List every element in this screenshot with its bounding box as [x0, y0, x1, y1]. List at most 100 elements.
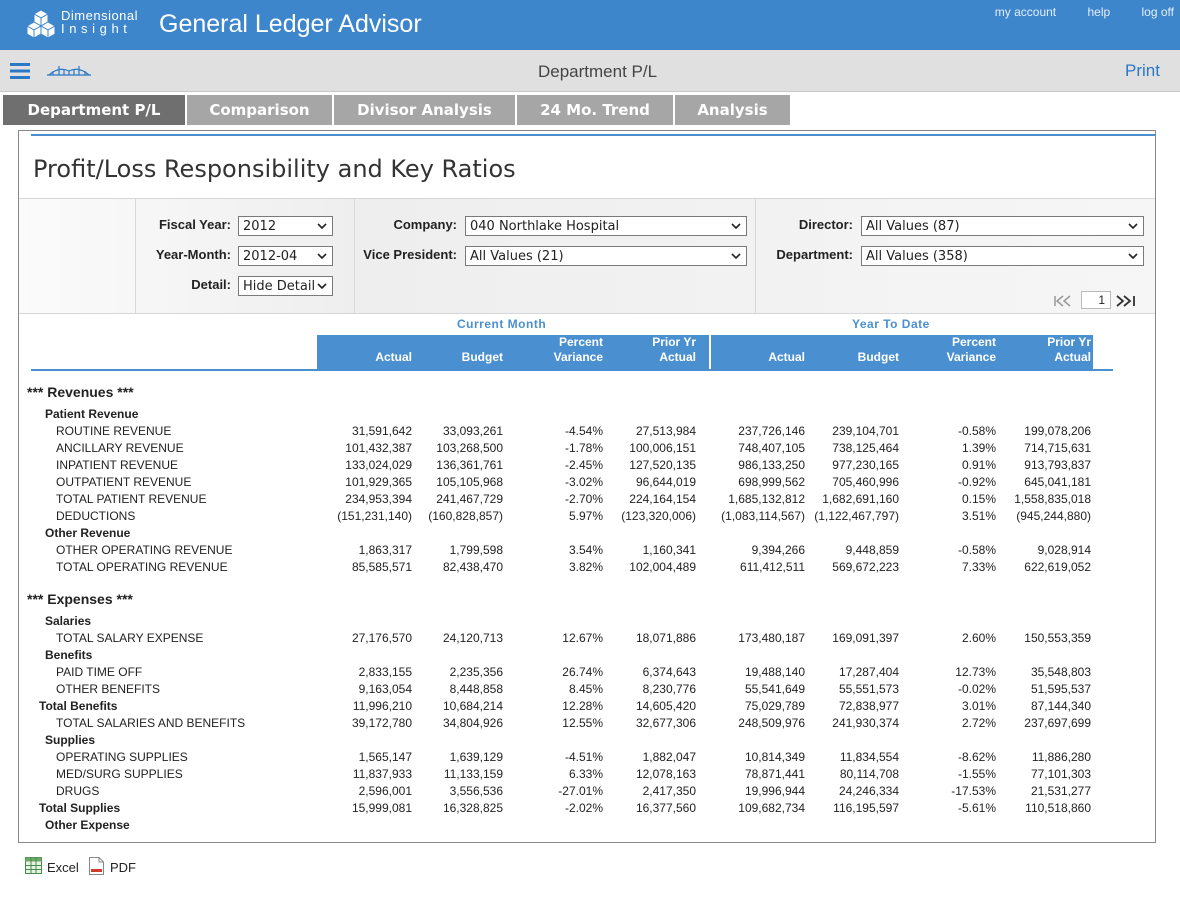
row-label: INPATIENT REVENUE	[56, 458, 178, 472]
vice-president-select[interactable]: All Values (21)	[465, 246, 747, 266]
department-select[interactable]: All Values (358)	[861, 246, 1144, 266]
row-label: DEDUCTIONS	[56, 509, 135, 523]
table-cell: 72,838,977	[839, 699, 899, 713]
table-cell: 2.60%	[962, 631, 996, 645]
table-cell: 241,467,729	[436, 492, 503, 506]
tab-divisor-analysis[interactable]: Divisor Analysis	[334, 95, 515, 125]
first-page-icon[interactable]	[1053, 295, 1075, 307]
table-cell: 9,394,266	[752, 543, 805, 557]
my-account-link[interactable]: my account	[995, 5, 1056, 19]
table-cell: -27.01%	[558, 784, 603, 798]
table-cell: 5.97%	[569, 509, 603, 523]
tab-comparison[interactable]: Comparison	[187, 95, 332, 125]
tab-department-pl[interactable]: Department P/L	[3, 95, 185, 125]
table-cell: 51,595,537	[1031, 682, 1091, 696]
print-link[interactable]: Print	[1125, 61, 1160, 81]
table-cell: 705,460,996	[832, 475, 899, 489]
table-cell: 10,814,349	[745, 750, 805, 764]
report-panel: Profit/Loss Responsibility and Key Ratio…	[18, 130, 1156, 843]
table-cell: 116,195,597	[833, 801, 899, 815]
company-select[interactable]: 040 Northlake Hospital	[465, 216, 747, 236]
table-cell: 24,120,713	[443, 631, 503, 645]
column-header-line: Percent	[947, 335, 996, 350]
detail-value: Hide Detail	[243, 279, 315, 294]
table-cell: (160,828,857)	[428, 509, 503, 523]
row-label: OTHER BENEFITS	[56, 682, 160, 696]
table-cell: 150,553,359	[1024, 631, 1091, 645]
table-cell: -2.70%	[565, 492, 603, 506]
table-cell: -0.58%	[958, 424, 996, 438]
detail-select[interactable]: Hide Detail	[238, 276, 333, 296]
department-label: Department:	[776, 247, 853, 262]
page-label: Department P/L	[0, 62, 1180, 82]
table-cell: (1,122,467,797)	[814, 509, 899, 523]
row-label: MED/SURG SUPPLIES	[56, 767, 183, 781]
table-cell: 224,164,154	[629, 492, 696, 506]
table-cell: 986,133,250	[738, 458, 805, 472]
table-cell: 239,104,701	[832, 424, 899, 438]
table-cell: 748,407,105	[738, 441, 805, 455]
table-cell: 738,125,464	[832, 441, 899, 455]
column-header-line: Actual	[1047, 350, 1091, 365]
pdf-export-label: PDF	[110, 860, 136, 875]
page-number-input[interactable]: 1	[1081, 291, 1111, 309]
tab-24-mo-trend[interactable]: 24 Mo. Trend	[517, 95, 673, 125]
table-cell: 33,093,261	[443, 424, 503, 438]
table-cell: 11,133,159	[444, 767, 503, 781]
excel-file-icon	[25, 857, 42, 874]
column-header-line: Prior Yr	[652, 335, 696, 350]
table-cell: 35,548,803	[1031, 665, 1091, 679]
table-cell: -4.51%	[565, 750, 603, 764]
table-cell: 714,715,631	[1024, 441, 1091, 455]
table-cell: 7.33%	[962, 560, 996, 574]
table-cell: 622,619,052	[1024, 560, 1091, 574]
department-value: All Values (358)	[866, 249, 968, 264]
table-cell: 0.91%	[962, 458, 996, 472]
table-cell: 1,682,691,160	[822, 492, 899, 506]
table-cell: 2,417,350	[643, 784, 696, 798]
table-cell: 19,488,140	[745, 665, 805, 679]
table-cell: 169,091,397	[832, 631, 899, 645]
table-cell: 12,078,163	[636, 767, 696, 781]
pdf-export-link[interactable]: PDF	[89, 857, 139, 877]
table-cell: 100,006,151	[629, 441, 696, 455]
help-link[interactable]: help	[1087, 5, 1110, 19]
row-label: ROUTINE REVENUE	[56, 424, 171, 438]
pdf-file-icon	[89, 857, 104, 875]
table-cell: 80,114,708	[840, 767, 899, 781]
table-cell: -0.02%	[958, 682, 996, 696]
fiscal-year-select[interactable]: 2012	[238, 216, 333, 236]
table-cell: 39,172,780	[352, 716, 412, 730]
table-cell: 18,071,886	[636, 631, 696, 645]
chevron-down-icon	[1128, 223, 1138, 229]
column-header: PercentVariance	[947, 335, 996, 365]
filter-divider	[354, 199, 355, 313]
table-cell: 55,541,649	[745, 682, 805, 696]
company-label: Company:	[393, 217, 457, 232]
table-cell: 9,163,054	[359, 682, 412, 696]
excel-export-link[interactable]: Excel	[25, 857, 85, 877]
table-cell: 77,101,303	[1031, 767, 1091, 781]
table-cell: -3.02%	[565, 475, 603, 489]
column-header: Budget	[462, 350, 503, 365]
log-off-link[interactable]: log off	[1142, 5, 1174, 19]
table-cell: 2.72%	[962, 716, 996, 730]
last-page-icon[interactable]	[1114, 295, 1136, 307]
row-label: TOTAL OPERATING REVENUE	[56, 560, 228, 574]
row-label: DRUGS	[56, 784, 99, 798]
row-label: PAID TIME OFF	[56, 665, 142, 679]
row-label: Total Benefits	[39, 699, 117, 713]
tab-analysis[interactable]: Analysis	[675, 95, 790, 125]
brand-name: Dimensional Insight	[61, 9, 138, 35]
table-cell: 8,448,858	[450, 682, 503, 696]
director-select[interactable]: All Values (87)	[861, 216, 1144, 236]
table-cell: 6.33%	[569, 767, 603, 781]
year-month-select[interactable]: 2012-04	[238, 246, 333, 266]
table-cell: 1,685,132,812	[728, 492, 805, 506]
table-cell: 611,412,511	[740, 560, 805, 574]
fiscal-year-label: Fiscal Year:	[159, 217, 231, 232]
table-cell: -2.02%	[565, 801, 603, 815]
table-cell: 24,246,334	[839, 784, 899, 798]
table-cell: -1.55%	[958, 767, 996, 781]
table-cell: 0.15%	[962, 492, 996, 506]
